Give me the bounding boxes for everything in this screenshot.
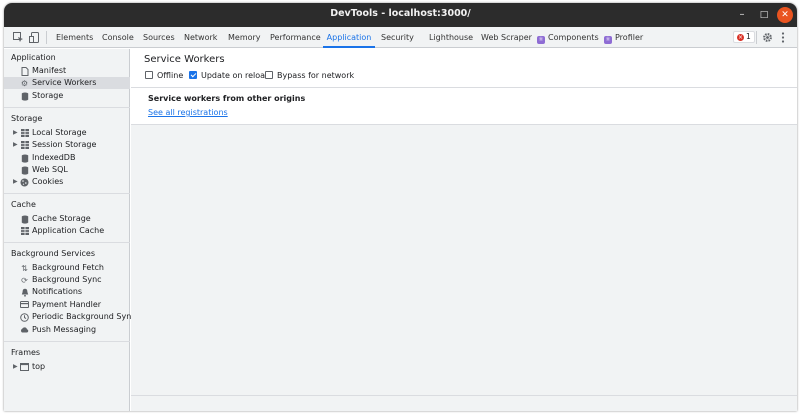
grid-icon <box>20 141 29 150</box>
expand-arrow-icon[interactable]: ▶ <box>13 361 19 373</box>
devtools-toolbar: Elements Console Sources Network Memory … <box>4 27 797 48</box>
sync-icon: ⟳ <box>21 276 28 285</box>
sidebar-item-storage[interactable]: Storage <box>4 90 130 102</box>
application-sidebar: Application Manifest ⚙ Service Workers S… <box>4 49 136 411</box>
update-on-reload-checkbox[interactable]: Update on reload <box>189 71 270 80</box>
checkbox-unchecked-icon[interactable] <box>145 71 153 79</box>
sidebar-item-session-storage[interactable]: ▶ Session Storage <box>4 139 130 151</box>
gear-icon: ⚙ <box>20 79 29 88</box>
grid-icon <box>20 129 29 138</box>
minimize-icon[interactable]: – <box>734 7 750 23</box>
title-bar: DevTools - localhost:3000/ – □ ✕ <box>4 3 797 27</box>
tab-memory[interactable]: Memory <box>228 27 261 47</box>
sidebar-item-cookies[interactable]: ▶ Cookies <box>4 176 130 188</box>
bell-icon <box>20 288 29 297</box>
group-title-frames: Frames <box>11 348 41 357</box>
tab-network[interactable]: Network <box>184 27 217 47</box>
sidebar-item-local-storage[interactable]: ▶ Local Storage <box>4 127 130 139</box>
database-icon <box>20 166 29 175</box>
react-icon: ⚛ <box>537 36 545 44</box>
group-title-application: Application <box>11 53 56 62</box>
sidebar-divider <box>4 242 130 243</box>
group-title-background-services: Background Services <box>11 249 96 258</box>
sidebar-item-background-fetch[interactable]: ⇅ Background Fetch <box>4 262 130 274</box>
sidebar-item-application-cache[interactable]: Application Cache <box>4 225 130 237</box>
frame-icon <box>20 363 29 372</box>
section-divider <box>131 87 797 88</box>
sidebar-divider <box>4 193 130 194</box>
sidebar-item-periodic-background-sync[interactable]: Periodic Background Sync <box>4 311 136 323</box>
toolbar-separator <box>756 31 757 44</box>
checkbox-unchecked-icon[interactable] <box>265 71 273 79</box>
expand-arrow-icon[interactable]: ▶ <box>13 176 19 188</box>
settings-gear-icon[interactable] <box>760 30 774 44</box>
toolbar-separator <box>46 31 47 44</box>
active-tab-indicator <box>323 46 375 48</box>
close-icon[interactable]: ✕ <box>777 7 793 23</box>
cloud-icon <box>20 326 29 335</box>
sidebar-item-payment-handler[interactable]: Payment Handler <box>4 299 130 311</box>
database-icon <box>20 92 29 101</box>
service-workers-panel: Service Workers Offline Update on reload… <box>131 49 797 125</box>
more-options-icon[interactable] <box>776 30 790 44</box>
sidebar-divider <box>4 107 130 108</box>
sidebar-item-notifications[interactable]: Notifications <box>4 286 130 298</box>
database-icon <box>20 154 29 163</box>
tab-lighthouse[interactable]: Lighthouse <box>429 27 473 47</box>
page-title: Service Workers <box>144 54 225 65</box>
offline-checkbox[interactable]: Offline <box>145 71 183 80</box>
sidebar-item-background-sync[interactable]: ⟳ Background Sync <box>4 274 130 286</box>
bottom-status-bar <box>131 395 797 411</box>
tab-elements[interactable]: Elements <box>56 27 93 47</box>
database-icon <box>20 215 29 224</box>
window-title: DevTools - localhost:3000/ <box>330 8 471 19</box>
document-icon <box>20 67 29 76</box>
clock-icon <box>20 313 29 322</box>
tab-components[interactable]: ⚛ Components <box>537 27 599 47</box>
sidebar-item-manifest[interactable]: Manifest <box>4 65 130 77</box>
service-workers-pane: Service Workers Offline Update on reload… <box>131 49 797 411</box>
expand-arrow-icon[interactable]: ▶ <box>13 127 19 139</box>
tab-console[interactable]: Console <box>102 27 134 47</box>
sidebar-item-indexeddb[interactable]: IndexedDB <box>4 152 130 164</box>
other-origins-heading: Service workers from other origins <box>148 94 306 103</box>
tab-performance[interactable]: Performance <box>270 27 321 47</box>
sidebar-divider <box>4 341 130 342</box>
card-icon <box>20 301 29 310</box>
bypass-for-network-checkbox[interactable]: Bypass for network <box>265 71 354 80</box>
sidebar-item-push-messaging[interactable]: Push Messaging <box>4 324 130 336</box>
inspect-element-icon[interactable] <box>11 30 25 44</box>
group-title-cache: Cache <box>11 200 36 209</box>
tab-web-scraper[interactable]: Web Scraper <box>481 27 532 47</box>
error-count-badge[interactable]: × 1 <box>733 31 755 43</box>
tab-application[interactable]: Application <box>323 27 375 48</box>
sidebar-item-top-frame[interactable]: ▶ top <box>4 361 130 373</box>
sidebar-item-cache-storage[interactable]: Cache Storage <box>4 213 130 225</box>
checkbox-checked-icon[interactable] <box>189 71 197 79</box>
react-icon: ⚛ <box>604 36 612 44</box>
tab-security[interactable]: Security <box>381 27 414 47</box>
sidebar-item-web-sql[interactable]: Web SQL <box>4 164 130 176</box>
group-title-storage: Storage <box>11 114 43 123</box>
expand-arrow-icon[interactable]: ▶ <box>13 139 19 151</box>
sidebar-item-service-workers[interactable]: ⚙ Service Workers <box>4 77 130 89</box>
tab-sources[interactable]: Sources <box>143 27 175 47</box>
see-all-registrations-link[interactable]: See all registrations <box>148 108 228 117</box>
tab-profiler[interactable]: ⚛ Profiler <box>604 27 643 47</box>
grid-icon <box>20 227 29 236</box>
arrows-updown-icon: ⇅ <box>21 264 28 273</box>
error-icon: × <box>737 34 744 41</box>
device-toolbar-icon[interactable] <box>27 30 41 44</box>
devtools-window: DevTools - localhost:3000/ – □ ✕ Element… <box>4 3 797 411</box>
cookie-icon <box>20 178 29 187</box>
maximize-icon[interactable]: □ <box>756 7 772 23</box>
